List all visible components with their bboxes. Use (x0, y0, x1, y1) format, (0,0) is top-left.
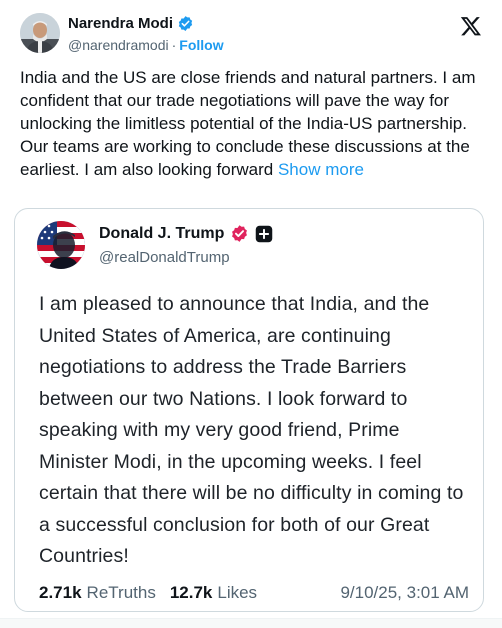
author-name-text: Narendra Modi (68, 15, 174, 32)
quote-timestamp[interactable]: 9/10/25, 3:01 AM (340, 583, 469, 603)
quote-author-avatar[interactable] (37, 221, 85, 269)
author-name[interactable]: Narendra Modi (68, 15, 194, 32)
plus-badge-icon (256, 225, 273, 242)
author-avatar-image (20, 13, 60, 53)
verified-badge-icon (178, 16, 193, 31)
follow-link[interactable]: Follow (179, 37, 223, 53)
author-handle[interactable]: @narendramodi (68, 37, 169, 53)
tweet-text: India and the US are close friends and n… (20, 66, 484, 181)
separator-dot: · (171, 37, 177, 53)
x-logo-icon[interactable] (460, 15, 482, 37)
red-verified-badge-icon (232, 225, 248, 242)
likes-stat[interactable]: 12.7k Likes (170, 583, 257, 603)
show-more-link[interactable]: Show more (278, 160, 364, 179)
quote-author-handle[interactable]: @realDonaldTrump (99, 249, 230, 266)
retruths-stat[interactable]: 2.71k ReTruths (39, 583, 156, 603)
likes-count: 12.7k (169, 583, 213, 602)
tweet-body: India and the US are close friends and n… (20, 68, 476, 179)
retruths-count: 2.71k (39, 583, 82, 602)
quote-author-avatar-image (37, 221, 85, 269)
retruths-label: ReTruths (86, 583, 156, 602)
card-bottom-edge (0, 618, 502, 628)
quote-author-name-text: Donald J. Trump (99, 224, 225, 242)
quote-author-name[interactable]: Donald J. Trump (99, 224, 273, 243)
embedded-tweet: Narendra Modi @narendramodi · Follow India… (0, 0, 502, 628)
author-avatar[interactable] (20, 13, 60, 53)
author-handle-row: @narendramodi · Follow (68, 37, 224, 53)
quote-stats: 2.71k ReTruths 12.7k Likes 9/10/25, 3:01 A… (39, 583, 469, 603)
likes-label: Likes (217, 583, 258, 602)
quoted-post-card[interactable]: Donald J. Trump @realDonaldTrump I am pl… (14, 208, 484, 612)
quote-text: I am pleased to announce that India, and… (39, 293, 464, 567)
